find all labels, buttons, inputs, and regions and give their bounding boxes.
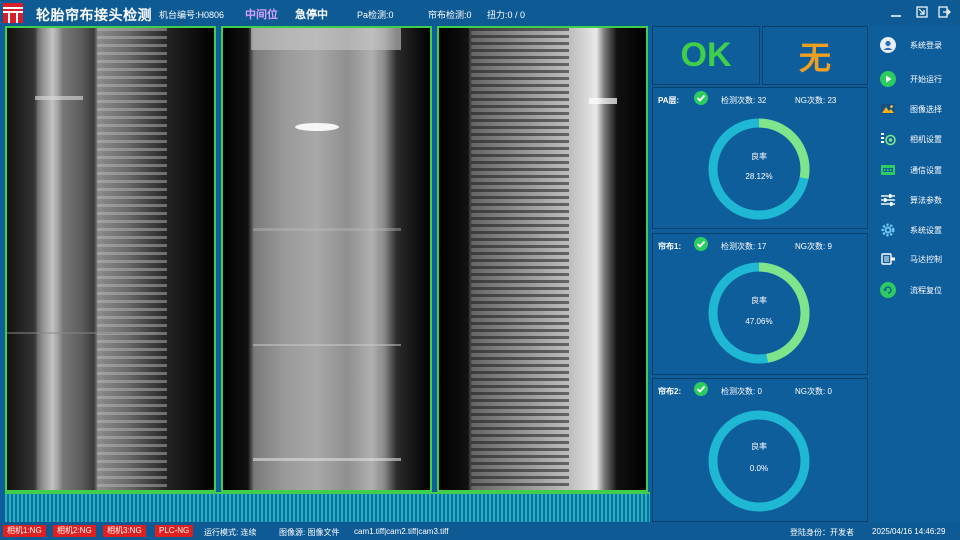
nav-start-run[interactable]: 开始运行 xyxy=(880,69,960,89)
camera-1-image xyxy=(5,26,216,492)
company-logo-icon xyxy=(3,3,23,23)
check-icon xyxy=(694,382,708,396)
sliders-icon xyxy=(880,192,896,208)
login-identity: 登陆身份：开发者 xyxy=(790,528,854,537)
nav-system-login[interactable]: 系统登录 xyxy=(880,35,960,55)
yield-label: 良率 xyxy=(751,296,767,305)
result-none-text: 无 xyxy=(798,39,831,76)
machine-number: 机台编号:H0806 xyxy=(159,10,225,20)
detect-count: 检测次数: 17 xyxy=(721,242,767,251)
nav-algorithm-params[interactable]: 算法参数 xyxy=(880,190,960,210)
run-mode: 运行模式: 连续 xyxy=(204,528,257,537)
ng-count: NG次数: 9 xyxy=(795,242,832,251)
nav-label: 流程复位 xyxy=(910,285,942,295)
image-source: 图像源: 图像文件 xyxy=(279,528,340,537)
user-icon xyxy=(880,37,896,53)
nav-label: 马达控制 xyxy=(910,254,942,264)
stat-label: 帘布2: xyxy=(658,387,682,396)
camera-3-image xyxy=(437,26,648,492)
cam3-status-badge: 相机3:NG xyxy=(103,525,146,537)
ng-count: NG次数: 0 xyxy=(795,387,832,396)
nav-motor-control[interactable]: 马达控制 xyxy=(880,249,960,269)
check-icon xyxy=(694,91,708,105)
stat-label: PA层: xyxy=(658,96,680,105)
detect-count: 检测次数: 32 xyxy=(721,96,767,105)
image-icon xyxy=(880,101,896,117)
image-files: cam1.tiff|cam2.tiff|cam3.tiff xyxy=(354,527,449,536)
title-bar: 轮胎帘布接头检测 机台编号:H0806 中间位 急停中 Pa检测:0 帘布检测:… xyxy=(0,0,960,26)
camera-2-image xyxy=(221,26,432,492)
stat-panel-pa: PA层: 检测次数: 32 NG次数: 23 良率 28.12% xyxy=(652,87,868,229)
nav-label: 系统登录 xyxy=(910,40,942,50)
result-ok-box: OK xyxy=(652,26,760,85)
reset-icon xyxy=(880,282,896,298)
app-title: 轮胎帘布接头检测 xyxy=(36,7,152,23)
cord-detect-count: 帘布检测:0 xyxy=(428,10,472,20)
yield-value: 47.06% xyxy=(745,317,773,326)
yield-label: 良率 xyxy=(751,152,767,161)
result-ok-text: OK xyxy=(680,36,732,74)
play-icon xyxy=(880,71,896,87)
cam2-status-badge: 相机2:NG xyxy=(53,525,96,537)
nav-label: 系统设置 xyxy=(910,225,942,235)
nav-label: 图像选择 xyxy=(910,104,942,114)
restore-button[interactable] xyxy=(914,5,930,21)
scan-progress-strip xyxy=(5,492,650,522)
exit-icon xyxy=(938,6,951,18)
datetime: 2025/04/16 14:46:29 xyxy=(872,527,946,536)
yield-label: 良率 xyxy=(751,442,767,451)
network-icon xyxy=(880,162,896,178)
nav-system-settings[interactable]: 系统设置 xyxy=(880,220,960,240)
cam1-status-badge: 相机1:NG xyxy=(3,525,46,537)
minimize-icon xyxy=(891,15,901,17)
yield-donut xyxy=(708,118,810,220)
nav-label: 相机设置 xyxy=(910,134,942,144)
nav-label: 开始运行 xyxy=(910,74,942,84)
app-window: 轮胎帘布接头检测 机台编号:H0806 中间位 急停中 Pa检测:0 帘布检测:… xyxy=(0,0,960,540)
nav-image-select[interactable]: 图像选择 xyxy=(880,99,960,119)
nav-camera-settings[interactable]: 相机设置 xyxy=(880,129,960,149)
nav-label: 算法参数 xyxy=(910,195,942,205)
check-icon xyxy=(694,237,708,251)
nav-comm-settings[interactable]: 通信设置 xyxy=(880,160,960,180)
yield-value: 0.0% xyxy=(749,464,769,473)
camera-icon xyxy=(880,131,896,147)
nav-flow-reset[interactable]: 流程复位 xyxy=(880,280,960,300)
detect-count: 检测次数: 0 xyxy=(721,387,762,396)
status-bar: 相机1:NG 相机2:NG 相机3:NG PLC-NG 运行模式: 连续 图像源… xyxy=(0,522,960,540)
twist-force: 扭力:0 / 0 xyxy=(487,10,526,20)
result-none-box: 无 xyxy=(762,26,868,85)
ng-count: NG次数: 23 xyxy=(795,96,837,105)
estop-status: 急停中 xyxy=(295,9,328,21)
nav-label: 通信设置 xyxy=(910,165,942,175)
stat-panel-cord-2: 帘布2: 检测次数: 0 NG次数: 0 良率 0.0% xyxy=(652,378,868,522)
motor-icon xyxy=(880,251,896,267)
restore-icon xyxy=(916,6,928,18)
gear-icon xyxy=(880,222,896,238)
stat-panel-cord-1: 帘布1: 检测次数: 17 NG次数: 9 良率 47.06% xyxy=(652,233,868,375)
pa-detect-count: Pa检测:0 xyxy=(357,10,394,20)
position-status: 中间位 xyxy=(245,9,278,21)
yield-donut xyxy=(708,262,810,364)
exit-button[interactable] xyxy=(936,5,952,21)
yield-donut xyxy=(708,410,810,512)
minimize-button[interactable] xyxy=(888,5,904,21)
plc-status-badge: PLC-NG xyxy=(155,525,194,537)
stat-label: 帘布1: xyxy=(658,242,682,251)
yield-value: 28.12% xyxy=(745,172,773,181)
